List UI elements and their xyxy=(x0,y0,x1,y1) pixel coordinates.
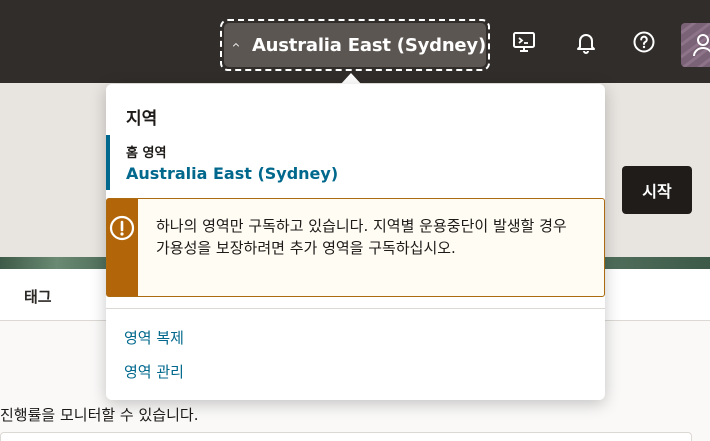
divider xyxy=(106,308,605,309)
home-region-label: 홈 영역 xyxy=(126,146,167,161)
help-icon[interactable] xyxy=(631,29,657,55)
popover-title: 지역 xyxy=(126,109,158,129)
home-region-name[interactable]: Australia East (Sydney) xyxy=(126,164,605,183)
start-button[interactable]: 시작 xyxy=(622,166,692,214)
cloud-shell-icon[interactable] xyxy=(511,29,537,55)
avatar[interactable] xyxy=(681,23,710,67)
replicate-region-link[interactable]: 영역 복제 xyxy=(124,327,184,348)
single-region-warning: 하나의 영역만 구독하고 있습니다. 지역별 운용중단이 발생할 경우 가용성을… xyxy=(106,198,605,297)
monitor-description: 진행률을 모니터할 수 있습니다. xyxy=(0,406,199,424)
top-navigation-bar: Australia East (Sydney) xyxy=(0,0,710,83)
home-region: 홈 영역 Australia East (Sydney) xyxy=(106,135,605,190)
chevron-up-icon xyxy=(233,43,239,47)
content-card xyxy=(0,432,692,441)
bell-icon[interactable] xyxy=(573,29,599,55)
region-selector-label: Australia East (Sydney) xyxy=(251,34,486,56)
region-selector-button[interactable]: Australia East (Sydney) xyxy=(220,19,490,71)
manage-regions-link[interactable]: 영역 관리 xyxy=(124,361,184,382)
warning-message: 하나의 영역만 구독하고 있습니다. 지역별 운용중단이 발생할 경우 가용성을… xyxy=(155,217,567,257)
warning-icon xyxy=(110,215,135,241)
region-popover: 지역 홈 영역 Australia East (Sydney) 하나의 영역만 … xyxy=(106,84,605,400)
tab-tags[interactable]: 태그 xyxy=(24,286,52,307)
